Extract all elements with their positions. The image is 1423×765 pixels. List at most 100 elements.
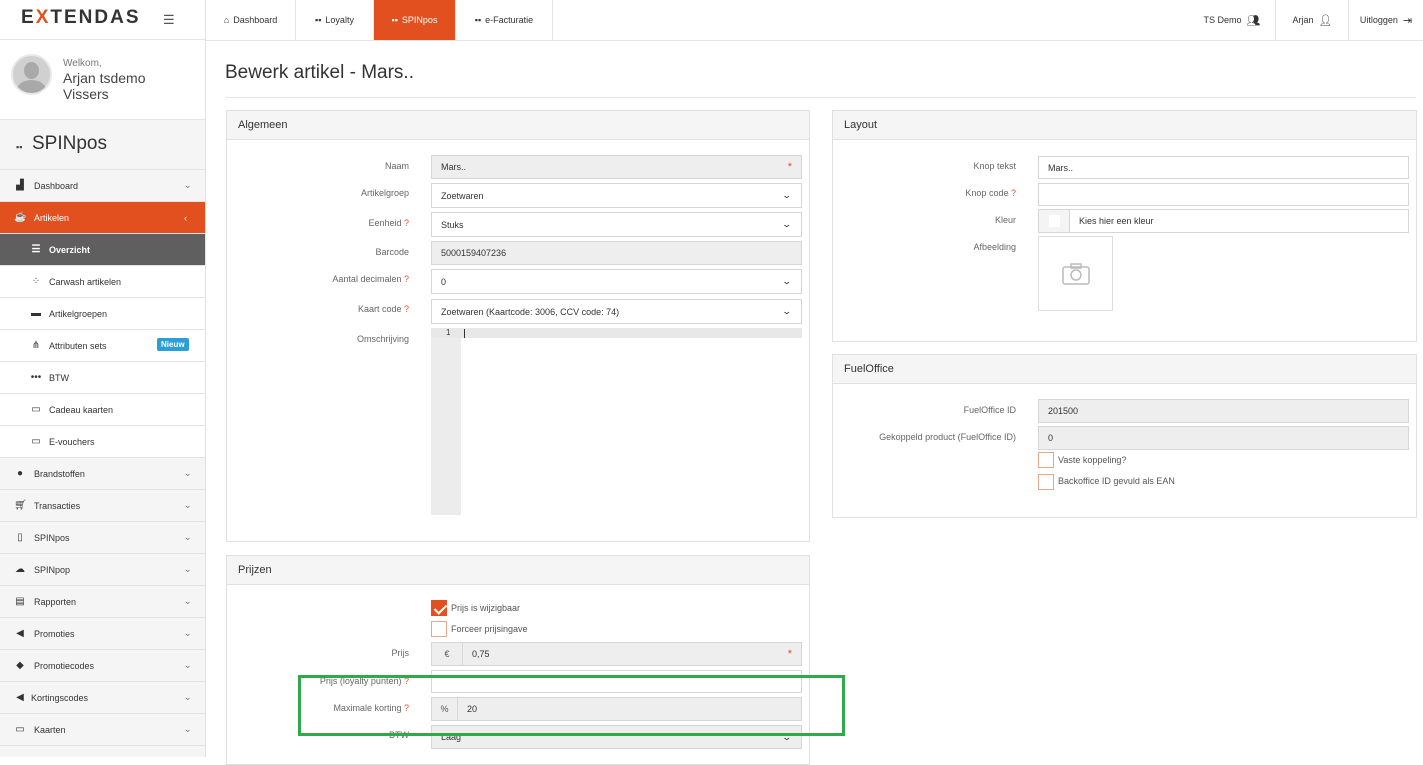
new-badge: Nieuw <box>157 338 189 351</box>
sidebar-item-dashboard[interactable]: ▟ Dashboard ⌄ <box>0 170 205 202</box>
sidebar-item-brandstoffen[interactable]: ● Brandstoffen ⌄ <box>0 458 205 490</box>
logout-icon: ⇥ <box>1402 14 1413 27</box>
help-icon[interactable]: ? <box>404 304 409 314</box>
chevron-down-icon: ⌄ <box>184 500 192 510</box>
help-icon[interactable]: ? <box>404 274 409 284</box>
sidebar-item-spinpop[interactable]: ☁ SPINpop ⌄ <box>0 554 205 586</box>
kaartcode-select[interactable]: Zoetwaren (Kaartcode: 3006, CCV code: 74… <box>431 299 802 324</box>
grid-icon: ▪▪ <box>16 142 23 152</box>
tab-e-facturatie[interactable]: ▪▪ e-Facturatie <box>456 0 553 40</box>
image-upload[interactable] <box>1038 236 1113 311</box>
logout-button[interactable]: Uitloggen ⇥ <box>1348 0 1423 40</box>
vaste-koppeling-checkbox[interactable] <box>1038 452 1054 468</box>
users-icon: 👥︎ <box>1246 14 1261 27</box>
naam-input[interactable]: Mars.. * <box>431 155 802 179</box>
prijs-wijzigbaar-checkbox[interactable] <box>431 600 447 616</box>
sidebar-item-e-vouchers[interactable]: ▭ E-vouchers <box>0 426 205 458</box>
knop-tekst-input[interactable]: Mars.. <box>1038 156 1409 179</box>
sidebar-item-transacties[interactable]: 🛒︎ Transacties ⌄ <box>0 490 205 522</box>
gekoppeld-product-input[interactable]: 0 <box>1038 426 1409 450</box>
card-icon: ▭ <box>15 724 25 735</box>
prijs-input[interactable]: 0,75 * <box>462 642 802 666</box>
extendas-logo[interactable]: EXTENDAS <box>21 7 141 29</box>
panel-fueloffice: FuelOffice FuelOffice ID 201500 Gekoppel… <box>832 354 1417 518</box>
sidebar-item-artikelen[interactable]: ☕ Artikelen ‹ <box>0 202 205 234</box>
card-icon: ▭ <box>31 404 41 415</box>
panel-title: Algemeen <box>227 111 809 140</box>
sidebar-item-artikelgroepen[interactable]: ▬ Artikelgroepen <box>0 298 205 330</box>
panel-title: FuelOffice <box>833 355 1416 384</box>
grid-icon: ▪▪ <box>474 15 482 25</box>
sidebar-item-promoties[interactable]: ◀ Promoties ⌄ <box>0 618 205 650</box>
backoffice-ean-checkbox[interactable] <box>1038 474 1054 490</box>
highlight-box <box>298 675 845 736</box>
sidebar-item-cadeau-kaarten[interactable]: ▭ Cadeau kaarten <box>0 394 205 426</box>
home-icon: ⌂ <box>223 15 230 25</box>
color-preview <box>1049 215 1060 227</box>
top-navigation: ⌂ Dashboard ▪▪ Loyalty ▪▪ SPINpos ▪▪ e-Factu… <box>206 0 1423 41</box>
chevron-down-icon: ⌄ <box>184 180 192 190</box>
megaphone-icon: ◀ <box>16 628 24 639</box>
decimalen-select[interactable]: 0 ⌄ <box>431 269 802 294</box>
tag-icon: ◆ <box>16 660 24 671</box>
sidebar-item-carwash-artikelen[interactable]: ⁘ Carwash artikelen <box>0 266 205 298</box>
artikelgroep-select[interactable]: Zoetwaren ⌄ <box>431 183 802 208</box>
sidebar-item-attributen-sets[interactable]: ⋔ Attributen sets Nieuw <box>0 330 205 362</box>
help-icon[interactable]: ? <box>1011 188 1016 198</box>
sidebar-item-promotiecodes[interactable]: ◆ Promotiecodes ⌄ <box>0 650 205 682</box>
gekoppeld-product-label: Gekoppeld product (FuelOffice ID) <box>879 432 1016 442</box>
camera-icon <box>1062 263 1090 285</box>
help-icon[interactable]: ? <box>404 218 409 228</box>
eenheid-label: Eenheid ? <box>368 218 409 228</box>
sidebar-item-overzicht[interactable]: ☰ Overzicht <box>0 234 205 266</box>
archive-icon: ▬ <box>31 308 41 319</box>
sidebar-item-kortingscodes[interactable]: ◀ Kortingscodes ⌄ <box>0 682 205 714</box>
hamburger-menu-icon[interactable]: ☰ <box>163 12 175 28</box>
inbox-icon: ▤ <box>15 596 25 607</box>
fueloffice-id-label: FuelOffice ID <box>963 405 1016 415</box>
barcode-input[interactable]: 5000159407236 <box>431 241 802 265</box>
avatar <box>11 54 52 95</box>
sitemap-icon: ⋔ <box>31 340 41 351</box>
backoffice-ean-label: Backoffice ID gevuld als EAN <box>1058 476 1175 486</box>
line-gutter <box>431 328 461 515</box>
divider <box>226 97 1416 98</box>
coffee-icon: ☕ <box>14 212 27 223</box>
sidebar-item-btw[interactable]: ••• BTW <box>0 362 205 394</box>
drops-icon: ⁘ <box>31 276 41 287</box>
page-title: Bewerk artikel - Mars.. <box>225 62 414 83</box>
sidebar-item-kaarten[interactable]: ▭ Kaarten ⌄ <box>0 714 205 746</box>
eenheid-select[interactable]: Stuks ⌄ <box>431 212 802 237</box>
tab-spinpos[interactable]: ▪▪ SPINpos <box>374 0 456 40</box>
user-menu[interactable]: Arjan 👤︎ <box>1275 0 1349 40</box>
tab-dashboard[interactable]: ⌂ Dashboard <box>206 0 296 40</box>
sidebar-item-spinpos[interactable]: ▯ SPINpos ⌄ <box>0 522 205 554</box>
chevron-down-icon: ⌄ <box>184 628 192 638</box>
chevron-down-icon: ⌄ <box>184 596 192 606</box>
forceer-prijsingave-checkbox[interactable] <box>431 621 447 637</box>
company-selector[interactable]: TS Demo 👥︎ <box>1188 0 1276 40</box>
barcode-label: Barcode <box>375 247 409 257</box>
decimalen-label: Aantal decimalen ? <box>332 274 409 284</box>
chevron-down-icon: ⌄ <box>781 219 793 229</box>
card-icon: ▭ <box>31 436 41 447</box>
artikelgroep-label: Artikelgroep <box>360 188 409 198</box>
required-marker: * <box>787 648 792 660</box>
color-swatch[interactable] <box>1038 209 1070 233</box>
bar-chart-icon: ▟ <box>16 180 24 191</box>
omschrijving-editor[interactable]: 1 <box>431 328 802 515</box>
user-welcome: Welkom, Arjan tsdemo Vissers <box>0 40 205 120</box>
knop-code-input[interactable] <box>1038 183 1409 206</box>
sidebar: EXTENDAS ☰ Welkom, Arjan tsdemo Vissers … <box>0 0 206 757</box>
fueloffice-id-input[interactable]: 201500 <box>1038 399 1409 423</box>
drop-icon: ● <box>16 468 24 479</box>
kleur-input[interactable]: Kies hier een kleur <box>1069 209 1409 233</box>
sidebar-item-rapporten[interactable]: ▤ Rapporten ⌄ <box>0 586 205 618</box>
afbeelding-label: Afbeelding <box>973 242 1016 252</box>
grid-icon: ▪▪ <box>315 15 322 25</box>
user-icon: 👤︎ <box>1318 14 1333 27</box>
text-cursor <box>464 329 465 338</box>
tab-loyalty[interactable]: ▪▪ Loyalty <box>296 0 374 40</box>
knop-tekst-label: Knop tekst <box>973 161 1016 171</box>
megaphone-icon: ◀ <box>16 692 24 703</box>
